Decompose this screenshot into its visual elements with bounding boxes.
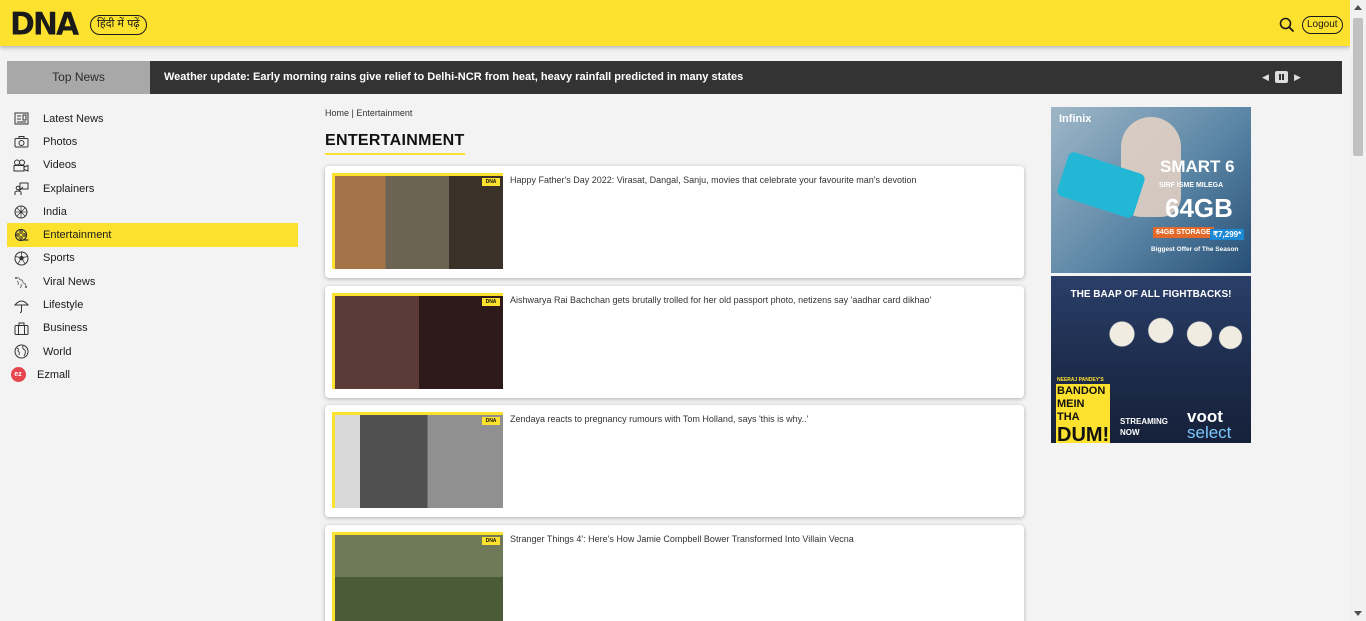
ad-stream-line: STREAMING [1120,417,1168,426]
article-title[interactable]: Aishwarya Rai Bachchan gets brutally tro… [510,295,1010,305]
logout-button[interactable]: Logout [1302,16,1343,34]
ad-presenter: NEERAJ PANDEY'S [1057,377,1104,383]
ashoka-chakra-icon [13,205,29,219]
dna-tag: DNA [482,178,500,186]
ad-tagline: SIRF ISME MILEGA [1159,182,1224,189]
dna-tag: DNA [482,298,500,306]
sidebar-item-label: Entertainment [43,229,112,242]
voot-ad-banner[interactable]: THE BAAP OF ALL FIGHTBACKS! NEERAJ PANDE… [1051,276,1251,443]
hindi-language-button[interactable]: हिंदी में पढ़ें [90,15,147,35]
scroll-up-icon[interactable] [1354,5,1362,10]
film-reel-icon [13,228,29,242]
voot-logo-line: select [1187,423,1232,442]
sidebar-item-videos[interactable]: Videos [7,154,298,177]
ticker-headline[interactable]: Weather update: Early morning rains give… [164,61,743,94]
umbrella-icon [13,298,29,313]
top-news-tab[interactable]: Top News [7,61,150,94]
ad-brand: Infinix [1059,113,1092,125]
sidebar-item-ezmall[interactable]: ez Ezmall [7,363,298,386]
sidebar-item-photos[interactable]: Photos [7,130,298,153]
sidebar-item-label: World [43,345,72,358]
ad-offer-text: Biggest Offer of The Season [1151,246,1239,253]
scrollbar-thumb[interactable] [1353,18,1363,156]
ad-storage-badge: 64GB STORAGE [1153,227,1214,238]
presenter-icon [13,182,29,196]
sidebar-item-entertainment[interactable]: Entertainment [7,223,298,247]
sidebar-item-label: Photos [43,135,78,148]
ad-title-line: DUM! [1057,424,1110,443]
news-ticker: Top News Weather update: Early morning r… [7,61,1342,94]
article-image [335,415,503,508]
article-title[interactable]: Happy Father's Day 2022: Virasat, Dangal… [510,175,1010,185]
newspaper-icon [13,112,29,126]
sidebar-item-viral-news[interactable]: Viral News [7,270,298,293]
article-card[interactable]: DNA Stranger Things 4': Here's How Jamie… [325,525,1024,621]
page-scrollbar[interactable] [1350,0,1366,621]
sidebar-item-sports[interactable]: Sports [7,247,298,270]
article-card[interactable]: DNA Zendaya reacts to pregnancy rumours … [325,405,1024,517]
ad-model-name: SMART 6 [1160,157,1235,176]
article-image [335,176,503,269]
video-camera-icon [13,158,29,172]
ad-storage: 64GB [1165,193,1233,223]
sidebar-item-label: Explainers [43,182,95,195]
article-thumbnail[interactable]: DNA [332,412,503,508]
ad-players-image [1091,306,1246,376]
camera-icon [13,135,29,149]
sidebar-item-label: India [43,205,67,218]
ad-headline: THE BAAP OF ALL FIGHTBACKS! [1070,289,1232,300]
sidebar-nav: Latest News Photos Videos Explainers Ind… [7,107,298,387]
sidebar-item-world[interactable]: World [7,340,298,363]
ad-title-line: MEIN THA [1057,398,1085,423]
dna-tag: DNA [482,537,500,545]
sidebar-item-label: Lifestyle [43,299,84,312]
breadcrumb[interactable]: Home | Entertainment [325,108,412,118]
article-title[interactable]: Stranger Things 4': Here's How Jamie Com… [510,534,1010,544]
infinix-ad-banner[interactable]: Infinix SMART 6 SIRF ISME MILEGA 64GB 64… [1051,107,1251,273]
article-title[interactable]: Zendaya reacts to pregnancy rumours with… [510,414,1010,424]
ezmall-badge: ez [10,367,26,383]
article-card[interactable]: DNA Aishwarya Rai Bachchan gets brutally… [325,286,1024,398]
globe-icon [13,344,29,359]
ad-title-line: BANDON [1057,385,1106,397]
ezmall-logo-icon: ez [10,367,26,383]
ad-streaming-text: STREAMING NOW [1120,416,1168,438]
football-icon [13,251,29,266]
sidebar-item-label: Ezmall [37,368,71,381]
site-header: DNA हिंदी में पढ़ें Logout [0,0,1350,46]
ticker-next-icon[interactable]: ▶ [1294,71,1301,83]
article-thumbnail[interactable]: DNA [332,532,503,621]
sidebar-item-lifestyle[interactable]: Lifestyle [7,293,298,316]
dna-logo[interactable]: DNA [10,6,79,43]
search-icon[interactable] [1279,17,1295,33]
sidebar-item-label: Viral News [43,275,96,288]
article-thumbnail[interactable]: DNA [332,293,503,389]
sidebar-item-explainers[interactable]: Explainers [7,177,298,200]
page-title: ENTERTAINMENT [325,132,465,155]
ticker-pause-icon[interactable] [1275,71,1288,83]
sidebar-item-label: Sports [43,252,75,265]
ad-price: ₹7,299* [1210,229,1245,240]
sidebar-item-business[interactable]: Business [7,317,298,340]
article-image [335,296,503,389]
article-card[interactable]: DNA Happy Father's Day 2022: Virasat, Da… [325,166,1024,278]
sidebar-item-label: Business [43,322,88,335]
briefcase-icon [13,321,29,335]
dna-tag: DNA [482,417,500,425]
scroll-down-icon[interactable] [1354,611,1362,616]
sidebar-item-latest-news[interactable]: Latest News [7,107,298,130]
sidebar-item-label: Videos [43,159,77,172]
ad-stream-line: NOW [1120,428,1140,437]
article-thumbnail[interactable]: DNA [332,173,503,269]
voot-logo: voot select [1187,408,1232,442]
article-image [335,535,503,621]
ad-show-title: BANDON MEIN THA DUM! [1056,384,1110,443]
ticker-prev-icon[interactable]: ◀ [1262,71,1269,83]
viral-icon [13,275,29,289]
sidebar-item-label: Latest News [43,112,104,125]
sidebar-item-india[interactable]: India [7,200,298,223]
